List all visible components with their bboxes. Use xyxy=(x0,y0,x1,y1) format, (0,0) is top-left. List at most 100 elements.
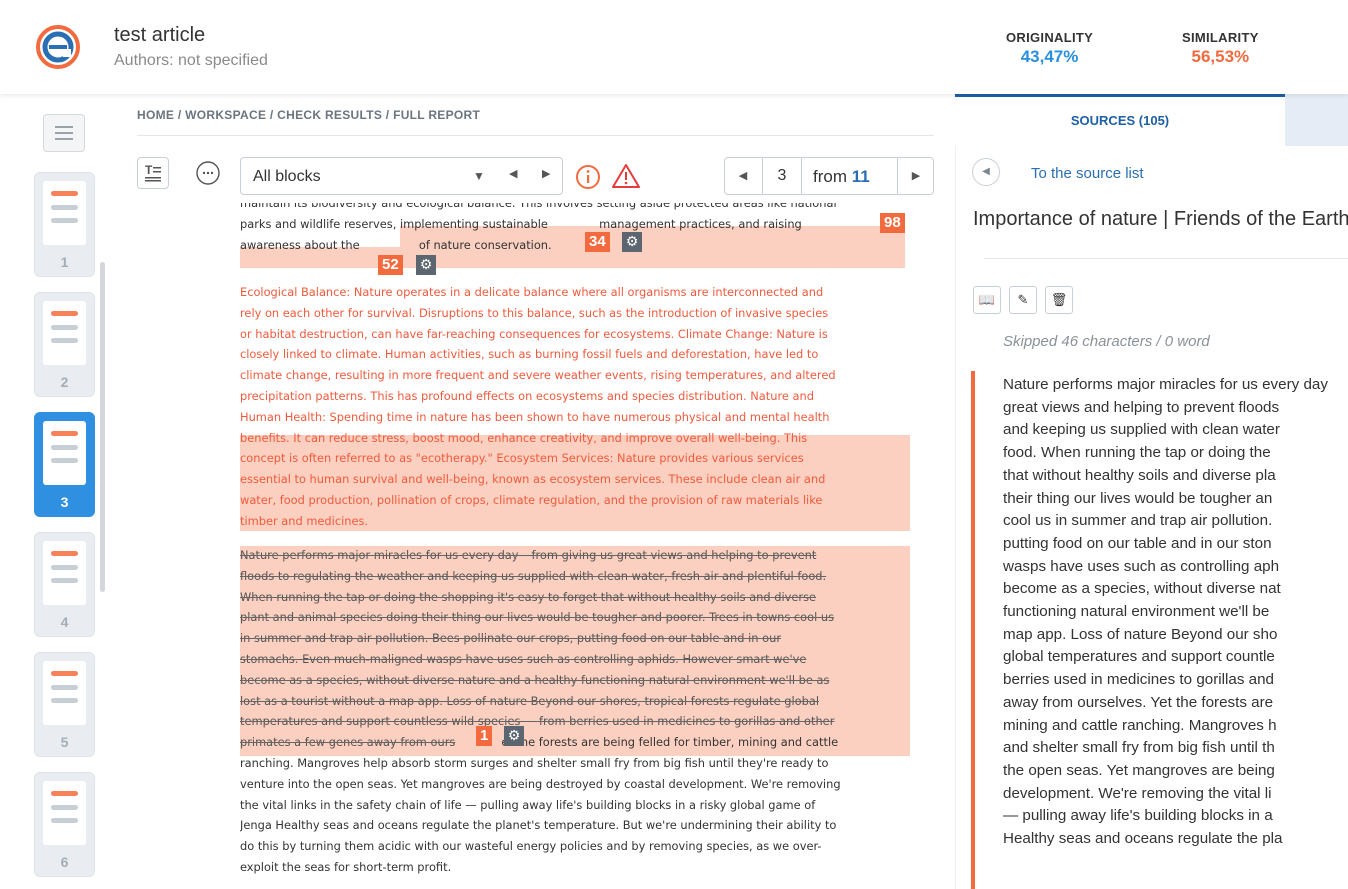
text-line: primates a few genes away from ours et th… xyxy=(240,732,908,753)
page-thumbnail-3[interactable]: 3 xyxy=(34,412,95,517)
text-segment: of nature conservation. xyxy=(415,237,552,252)
gear-icon[interactable]: ⚙ xyxy=(416,255,436,275)
document-authors: Authors: not specified xyxy=(114,52,268,69)
page-thumbnail-2[interactable]: 2 xyxy=(34,292,95,397)
text-line: maintain its biodiversity and ecological… xyxy=(240,203,837,210)
text-line: concept is often referred to as "ecother… xyxy=(240,451,804,466)
top-bar: test article Authors: not specified ORIG… xyxy=(0,0,1348,94)
tab-sources[interactable]: SOURCES (105) xyxy=(955,94,1285,146)
logo-icon[interactable] xyxy=(36,25,80,69)
thumbnail-line xyxy=(51,445,78,450)
thumbnail-line xyxy=(51,578,78,583)
text-line: awareness about the of nature conservati… xyxy=(240,235,908,256)
thumbnail-number: 2 xyxy=(60,374,69,390)
block-filter-value: All blocks xyxy=(253,168,321,185)
text-segment: , implementing sustainable xyxy=(392,216,552,231)
text-line: the vital links in the safety chain of l… xyxy=(240,797,816,812)
text-segment: et the forests are being felled for timb… xyxy=(501,735,839,750)
text-line: benefits. It can reduce stress, boost mo… xyxy=(240,430,808,445)
page-total-label: from 11 xyxy=(813,167,870,187)
text-line: venture into the open seas. Yet mangrove… xyxy=(240,776,841,791)
back-button[interactable]: ◀ xyxy=(972,158,1000,186)
trash-icon[interactable]: 🗑 xyxy=(1045,286,1073,314)
next-page-button[interactable]: ▶ xyxy=(897,158,934,194)
thumbnail-line xyxy=(51,565,78,570)
text-line: Nature performs major miracles for us ev… xyxy=(240,548,817,562)
text-segment: parks and wildlife reserves xyxy=(240,216,393,231)
thumbnail-line xyxy=(51,671,78,676)
thumbnail-line xyxy=(51,698,78,703)
gear-icon[interactable]: ⚙ xyxy=(504,726,524,746)
page-thumbnail-1[interactable]: 1 xyxy=(34,172,95,277)
match-badge[interactable]: 52 xyxy=(378,255,403,275)
source-title[interactable]: Importance of nature | Friends of the Ea… xyxy=(973,208,1348,231)
page-number-input[interactable]: 3 xyxy=(762,158,802,194)
text-line: temperatures and support countless wild … xyxy=(240,714,835,729)
warning-icon[interactable] xyxy=(611,162,641,190)
text-line: essential to human survival and well-bei… xyxy=(240,472,826,487)
back-to-source-list-link[interactable]: To the source list xyxy=(1031,165,1144,182)
page-thumbnail-4[interactable]: 4 xyxy=(34,532,95,637)
thumbnail-line xyxy=(51,325,78,330)
text-line: floods to regulating the weather and kee… xyxy=(240,568,827,583)
text-segment: management practices, and raising xyxy=(595,216,802,231)
text-format-button[interactable]: T xyxy=(137,157,169,189)
comments-button[interactable] xyxy=(192,157,224,189)
menu-icon-bar xyxy=(55,138,73,140)
info-icon[interactable] xyxy=(574,163,602,191)
originality-label: ORIGINALITY xyxy=(1006,30,1094,45)
paragraph-3: Nature performs major miracles for us ev… xyxy=(240,545,908,878)
edit-icon[interactable]: ✎ xyxy=(1009,286,1037,314)
tab-other[interactable] xyxy=(1285,94,1348,146)
match-badge[interactable]: 98 xyxy=(880,213,905,233)
text-line: ranching. Mangroves help absorb storm su… xyxy=(240,755,829,770)
thumbnail-number: 3 xyxy=(60,494,69,510)
book-icon[interactable]: 📖 xyxy=(973,286,1001,314)
prev-block-icon[interactable]: ◀ xyxy=(509,167,517,180)
source-panel: ◀ To the source list Importance of natur… xyxy=(955,146,1348,889)
thumbnail-page xyxy=(43,181,86,245)
gear-icon[interactable]: ⚙ xyxy=(622,232,642,252)
originality-metric: ORIGINALITY 43,47% xyxy=(1006,30,1093,67)
text-line: do this by turning them acidic with our … xyxy=(240,839,822,854)
chevron-left-icon: ◀ xyxy=(982,166,990,177)
page-thumbnail-6[interactable]: 6 xyxy=(34,772,95,877)
thumbnail-line xyxy=(51,311,78,316)
text-line: plant and animal species doing their thi… xyxy=(240,610,835,625)
breadcrumb[interactable]: HOME / WORKSPACE / CHECK RESULTS / FULL … xyxy=(137,108,480,122)
prev-page-button[interactable]: ◀ xyxy=(725,158,761,194)
thumbnail-line xyxy=(51,205,78,210)
thumbnail-line xyxy=(51,191,78,196)
match-badge[interactable]: 1 xyxy=(476,726,493,746)
thumbnail-page xyxy=(43,661,86,725)
text-line: precipitation patterns. This has profoun… xyxy=(240,388,814,403)
text-line: in summer and trap air pollution. Bees p… xyxy=(240,631,781,646)
thumbnail-number: 4 xyxy=(60,614,69,630)
page-thumbnail-5[interactable]: 5 xyxy=(34,652,95,757)
text-line: water, food production, pollination of c… xyxy=(240,492,823,507)
text-line: exploit the seas for short-term profit. xyxy=(240,859,452,874)
thumbnail-line xyxy=(51,551,78,556)
page-navigator: ◀ 3 from 11 ▶ xyxy=(724,157,934,195)
sidebar-scrollbar[interactable] xyxy=(100,262,105,592)
text-line: lost as a tourist without a map app. Los… xyxy=(240,693,819,708)
svg-text:T: T xyxy=(145,163,153,177)
similarity-metric: SIMILARITY 56,53% xyxy=(1182,30,1259,67)
next-block-icon[interactable]: ▶ xyxy=(542,167,550,180)
thumbnail-line xyxy=(51,458,78,463)
menu-button[interactable] xyxy=(43,114,85,152)
text-line: closely linked to climate. Human activit… xyxy=(240,347,819,362)
thumbnail-page xyxy=(43,541,86,605)
thumbnail-line xyxy=(51,805,78,810)
block-filter-select[interactable]: All blocks ▼ ◀ ▶ xyxy=(240,157,563,195)
text-line: climate change, resulting in more freque… xyxy=(240,368,836,383)
match-badge[interactable]: 34 xyxy=(585,232,610,252)
text-line: When running the tap or doing the shoppi… xyxy=(240,589,817,604)
skipped-characters-note: Skipped 46 characters / 0 word xyxy=(1003,333,1210,350)
thumbnail-number: 6 xyxy=(60,854,69,870)
originality-value: 43,47% xyxy=(1020,47,1079,66)
thumbnail-line xyxy=(51,218,78,223)
text-segment: awareness about the xyxy=(240,237,364,252)
paragraph-1: maintain its biodiversity and ecological… xyxy=(240,203,908,255)
paragraph-2: Ecological Balance: Nature operates in a… xyxy=(240,282,908,532)
